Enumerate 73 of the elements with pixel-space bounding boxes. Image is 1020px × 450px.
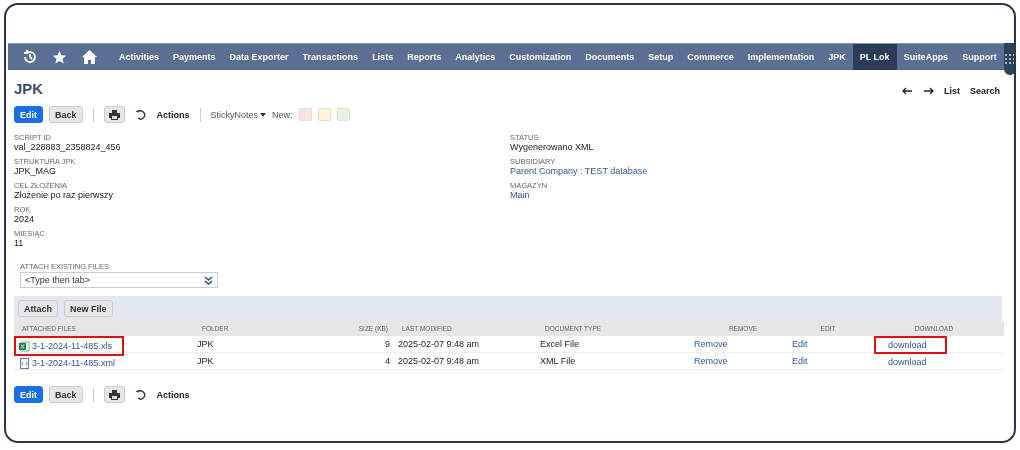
nav-tab[interactable]: JPK — [821, 44, 853, 70]
actions-menu[interactable]: Actions — [156, 109, 190, 120]
note-color-swatch[interactable] — [336, 108, 350, 121]
remove-link[interactable]: Remove — [694, 356, 728, 366]
printer-icon — [108, 109, 120, 120]
refresh-icon[interactable] — [134, 108, 147, 121]
nav-tab[interactable]: PL Lok — [852, 44, 897, 70]
nav-link[interactable]: Search — [969, 85, 1000, 96]
star-icon[interactable] — [52, 49, 67, 65]
nav-tab[interactable]: Analytics — [448, 44, 503, 70]
back-button[interactable]: Back — [49, 386, 83, 403]
note-color-swatch[interactable] — [317, 108, 331, 121]
edit-link[interactable]: Edit — [792, 339, 808, 349]
edit-button[interactable]: Edit — [14, 106, 43, 123]
apps-grid-icon[interactable] — [1003, 43, 1014, 75]
code-file-icon — [19, 357, 30, 369]
field-value: JPK_MAG — [14, 166, 57, 176]
table-cell: 9 — [344, 336, 394, 353]
printer-icon — [108, 389, 120, 400]
table-cell: JPK — [194, 336, 344, 353]
table-cell: 2025-02-07 9:48 am — [394, 336, 537, 353]
forward-arrow-icon[interactable] — [922, 86, 934, 95]
attach-files-field[interactable]: <Type then tab> — [20, 272, 218, 288]
table-cell: XML File — [537, 353, 694, 370]
page-title: JPK — [14, 80, 44, 97]
file-button[interactable]: Attach — [18, 300, 58, 317]
edit-link[interactable]: Edit — [792, 356, 808, 366]
field-value: 11 — [14, 238, 25, 248]
note-color-swatch[interactable] — [298, 108, 312, 121]
refresh-icon[interactable] — [134, 388, 147, 401]
nav-tab[interactable]: Data Exporter — [222, 44, 296, 70]
remove-link[interactable]: Remove — [694, 339, 728, 349]
nav-tab[interactable]: Setup — [641, 44, 681, 70]
field-value[interactable]: Main — [510, 190, 1006, 200]
caret-icon — [260, 112, 267, 117]
new-note-label: New: — [272, 109, 293, 120]
nav-tab[interactable]: Activities — [112, 44, 167, 70]
history-icon[interactable] — [22, 49, 38, 65]
double-chevron-icon[interactable] — [204, 275, 213, 285]
nav-tab[interactable]: Transactions — [295, 44, 366, 70]
field-value: 2024 — [14, 214, 36, 224]
nav-link[interactable]: List — [943, 85, 960, 96]
nav-tab[interactable]: Implementation — [740, 44, 822, 70]
print-button[interactable] — [103, 386, 125, 403]
table-cell: 2025-02-07 9:48 am — [394, 353, 537, 370]
file-link[interactable]: 3-1-2024-11-485.xls — [14, 336, 124, 356]
nav-tab[interactable]: Commerce — [680, 44, 741, 70]
nav-tab[interactable]: Lists — [365, 44, 401, 70]
file-link[interactable]: 3-1-2024-11-485.xml — [14, 353, 127, 373]
field-value: Złożenie po raz pierwszy — [14, 190, 115, 200]
nav-tab[interactable]: Payments — [166, 44, 223, 70]
edit-button[interactable]: Edit — [14, 386, 43, 403]
download-link[interactable]: download — [874, 353, 947, 371]
download-link[interactable]: download — [874, 336, 947, 354]
field-value: Wygenerowano XML — [510, 142, 595, 152]
nav-tab[interactable]: Customization — [502, 44, 579, 70]
table-cell: Excel File — [537, 336, 694, 353]
file-button[interactable]: New File — [64, 300, 113, 317]
home-icon[interactable] — [81, 49, 98, 65]
sticky-notes-menu[interactable]: StickyNotes — [210, 109, 267, 120]
nav-tab[interactable]: Reports — [400, 44, 449, 70]
actions-menu[interactable]: Actions — [156, 389, 190, 400]
spreadsheet-file-icon — [19, 340, 30, 352]
nav-tab[interactable]: Documents — [578, 44, 642, 70]
print-button[interactable] — [103, 106, 125, 123]
back-button[interactable]: Back — [49, 106, 83, 123]
nav-tab[interactable]: SuiteApps — [896, 44, 956, 70]
nav-tab[interactable]: Support — [955, 44, 1004, 70]
back-arrow-icon[interactable] — [901, 86, 913, 95]
field-value[interactable]: Parent Company : TEST database — [510, 166, 1006, 176]
field-value: val_228883_2358824_456 — [14, 142, 122, 152]
table-cell: JPK — [194, 353, 344, 370]
table-cell: 4 — [344, 353, 394, 370]
